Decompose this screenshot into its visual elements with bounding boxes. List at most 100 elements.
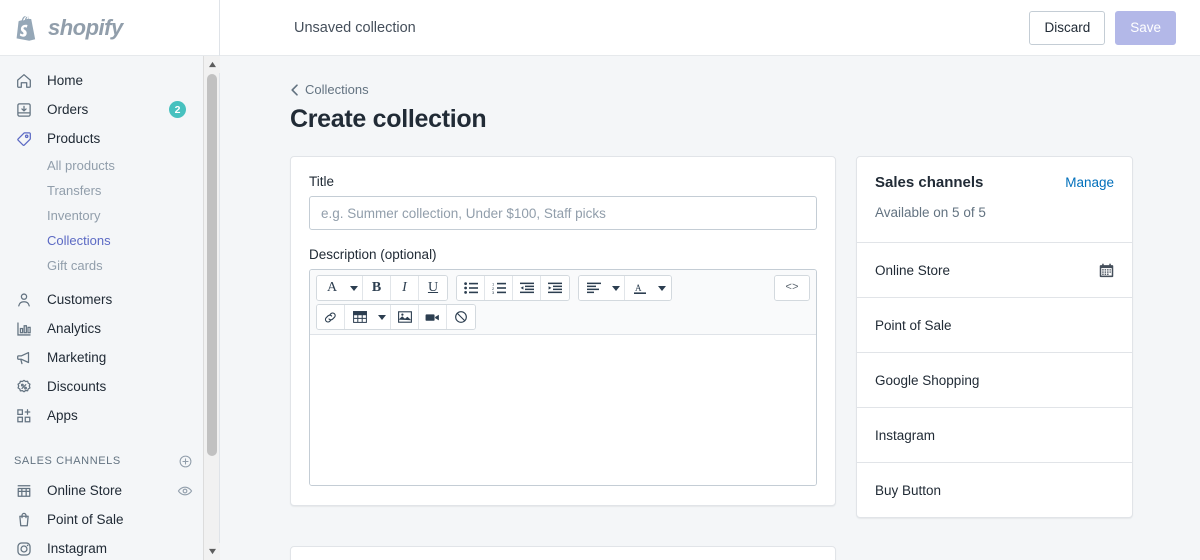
sales-channel-row-instagram[interactable]: Instagram bbox=[857, 407, 1132, 462]
breadcrumb[interactable]: Collections bbox=[290, 82, 1134, 97]
sidebar-item-label: Customers bbox=[47, 292, 113, 307]
chevron-left-icon bbox=[290, 83, 299, 96]
sidebar-nav: Home Orders 2 Products All products Tran… bbox=[0, 56, 219, 560]
sidebar-item-home[interactable]: Home bbox=[0, 66, 219, 95]
sidebar-item-customers[interactable]: Customers bbox=[0, 285, 219, 314]
plus-circle-icon[interactable] bbox=[178, 454, 193, 469]
scrollbar-thumb[interactable] bbox=[207, 74, 217, 456]
secondary-column: Sales channels Manage Available on 5 of … bbox=[856, 156, 1133, 518]
manage-link[interactable]: Manage bbox=[1065, 175, 1114, 190]
page-title: Create collection bbox=[290, 105, 487, 133]
apps-grid-plus-icon bbox=[14, 406, 34, 426]
text-color-dropdown[interactable]: A bbox=[625, 276, 653, 300]
collection-details-card: Title Description (optional) A bbox=[290, 156, 836, 506]
eye-icon[interactable] bbox=[177, 483, 193, 499]
sidebar-item-apps[interactable]: Apps bbox=[0, 401, 219, 430]
underline-button[interactable]: U bbox=[419, 276, 447, 300]
insert-video-button[interactable] bbox=[419, 305, 447, 329]
save-button[interactable]: Save bbox=[1115, 10, 1176, 45]
sidebar-item-analytics[interactable]: Analytics bbox=[0, 314, 219, 343]
sidebar-channel-online-store[interactable]: Online Store bbox=[0, 476, 219, 505]
sidebar-item-label: Transfers bbox=[47, 183, 102, 198]
sidebar-item-products[interactable]: Products bbox=[0, 124, 219, 153]
sidebar-channel-label: Online Store bbox=[47, 483, 123, 498]
calendar-icon[interactable] bbox=[1099, 263, 1114, 278]
sidebar-channel-point-of-sale[interactable]: Point of Sale bbox=[0, 505, 219, 534]
sales-channels-title: Sales channels bbox=[875, 174, 984, 191]
sidebar-item-marketing[interactable]: Marketing bbox=[0, 343, 219, 372]
sales-channels-header: Sales channels Manage bbox=[857, 157, 1132, 191]
description-field-label: Description (optional) bbox=[309, 247, 437, 262]
description-textarea[interactable] bbox=[310, 335, 816, 485]
sales-channel-row-point-of-sale[interactable]: Point of Sale bbox=[857, 297, 1132, 352]
sidebar-item-orders[interactable]: Orders 2 bbox=[0, 95, 219, 124]
sidebar-item-label: Orders bbox=[47, 102, 89, 117]
sidebar-item-label: All products bbox=[47, 158, 115, 173]
sales-channel-row-google-shopping[interactable]: Google Shopping bbox=[857, 352, 1132, 407]
indent-button[interactable] bbox=[541, 276, 569, 300]
sales-channels-heading: SALES CHANNELS bbox=[14, 455, 121, 467]
toolbar-row-1: A B I U 1 2 3 A <> bbox=[316, 275, 810, 301]
description-editor: A B I U 1 2 3 A <> bbox=[309, 269, 817, 486]
sidebar-item-all-products[interactable]: All products bbox=[0, 153, 219, 178]
toolbar-row-2 bbox=[316, 304, 810, 330]
sidebar-item-inventory[interactable]: Inventory bbox=[0, 203, 219, 228]
sidebar-item-label: Home bbox=[47, 73, 84, 88]
bold-button[interactable]: B bbox=[363, 276, 391, 300]
title-input[interactable] bbox=[309, 196, 817, 230]
discard-button[interactable]: Discard bbox=[1029, 10, 1106, 45]
products-tag-icon bbox=[14, 129, 34, 149]
editor-toolbar: A B I U 1 2 3 A <> bbox=[310, 270, 816, 335]
orders-inbox-icon bbox=[14, 100, 34, 120]
sales-channel-row-buy-button[interactable]: Buy Button bbox=[857, 462, 1132, 517]
text-style-caret-icon[interactable] bbox=[345, 276, 363, 300]
storefront-icon bbox=[14, 481, 34, 501]
bulleted-list-button[interactable] bbox=[457, 276, 485, 300]
sales-channels-card: Sales channels Manage Available on 5 of … bbox=[856, 156, 1133, 518]
text-color-caret-icon[interactable] bbox=[653, 276, 671, 300]
sidebar-channel-instagram[interactable]: Instagram bbox=[0, 534, 219, 560]
sidebar-item-label: Marketing bbox=[47, 350, 107, 365]
marketing-megaphone-icon bbox=[14, 348, 34, 368]
numbered-list-button[interactable]: 1 2 3 bbox=[485, 276, 513, 300]
home-icon bbox=[14, 71, 34, 91]
content-pane: Unsaved collection Discard Save Collecti… bbox=[220, 0, 1200, 560]
italic-button[interactable]: I bbox=[391, 276, 419, 300]
sidebar-item-collections[interactable]: Collections bbox=[0, 228, 219, 253]
insert-table-dropdown[interactable] bbox=[345, 305, 373, 329]
shopify-bag-icon bbox=[14, 14, 40, 42]
collection-type-card: Collection type bbox=[290, 546, 836, 560]
sidebar: shopify Home Orders 2 Products All produ… bbox=[0, 0, 220, 560]
insert-image-button[interactable] bbox=[391, 305, 419, 329]
html-code-button[interactable]: <> bbox=[775, 276, 809, 300]
brand-logo[interactable]: shopify bbox=[0, 0, 219, 56]
sales-channel-label: Online Store bbox=[875, 262, 951, 278]
align-caret-icon[interactable] bbox=[607, 276, 625, 300]
scroll-down-arrow-icon[interactable] bbox=[204, 543, 220, 560]
sidebar-scrollbar[interactable] bbox=[203, 56, 220, 560]
sidebar-item-label: Analytics bbox=[47, 321, 102, 336]
insert-link-button[interactable] bbox=[317, 305, 345, 329]
align-dropdown[interactable] bbox=[579, 276, 607, 300]
sidebar-item-transfers[interactable]: Transfers bbox=[0, 178, 219, 203]
sidebar-item-label: Discounts bbox=[47, 379, 107, 394]
clear-formatting-button[interactable] bbox=[447, 305, 475, 329]
sales-channel-label: Buy Button bbox=[875, 482, 942, 498]
sales-channels-section-header: SALES CHANNELS bbox=[0, 446, 219, 476]
text-style-dropdown[interactable]: A bbox=[317, 276, 345, 300]
outdent-button[interactable] bbox=[513, 276, 541, 300]
orders-count-badge: 2 bbox=[169, 101, 186, 118]
insert-table-caret-icon[interactable] bbox=[373, 305, 391, 329]
sales-channel-row-online-store[interactable]: Online Store bbox=[857, 242, 1132, 297]
sidebar-item-label: Collections bbox=[47, 233, 111, 248]
unsaved-title: Unsaved collection bbox=[294, 19, 416, 36]
sidebar-item-discounts[interactable]: Discounts bbox=[0, 372, 219, 401]
sidebar-item-gift-cards[interactable]: Gift cards bbox=[0, 253, 219, 278]
text-format-group: A B I U bbox=[316, 275, 448, 301]
scroll-up-arrow-icon[interactable] bbox=[204, 56, 220, 73]
discounts-percent-icon bbox=[14, 377, 34, 397]
sales-channel-label: Google Shopping bbox=[875, 372, 980, 388]
sidebar-item-label: Gift cards bbox=[47, 258, 103, 273]
shopify-admin-window: shopify Home Orders 2 Products All produ… bbox=[0, 0, 1200, 560]
main-content: Collections Create collection Title Desc… bbox=[220, 56, 1200, 560]
